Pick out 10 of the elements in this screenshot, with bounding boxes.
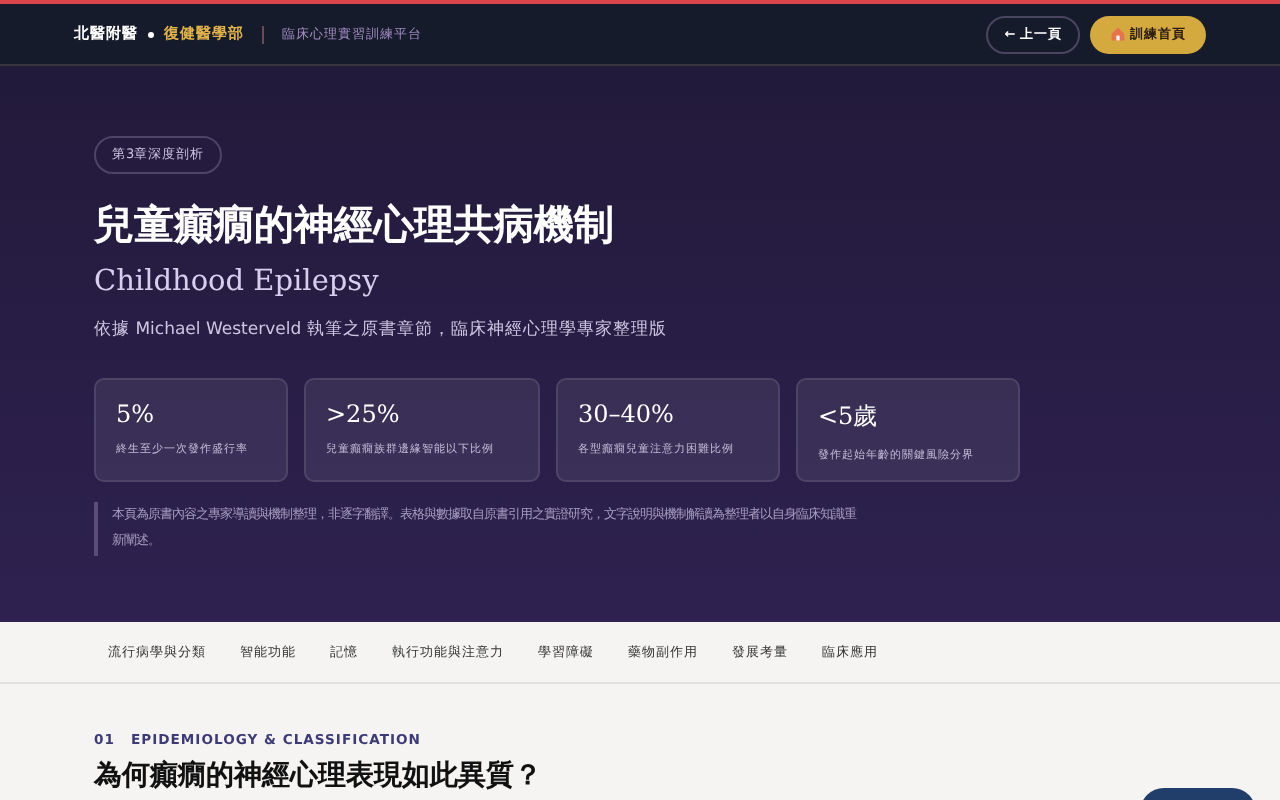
stat-value: <5歲 [818, 400, 880, 434]
stat-value: 30–40% [578, 400, 676, 428]
separator-dot-icon [148, 31, 154, 37]
house-icon [1110, 26, 1126, 42]
byline: 依據 Michael Westerveld 執筆之原書章節，臨床神經心理學專家整理版 [94, 318, 669, 342]
page-title: 兒童癲癇的神經心理共病機制 [94, 198, 616, 252]
english-subtitle: Childhood Epilepsy [94, 266, 381, 298]
stat-value: >25% [326, 400, 402, 428]
stat-value: 5% [116, 400, 157, 428]
section-heading: 為何癲癇的神經心理表現如此異質？ [94, 758, 544, 794]
